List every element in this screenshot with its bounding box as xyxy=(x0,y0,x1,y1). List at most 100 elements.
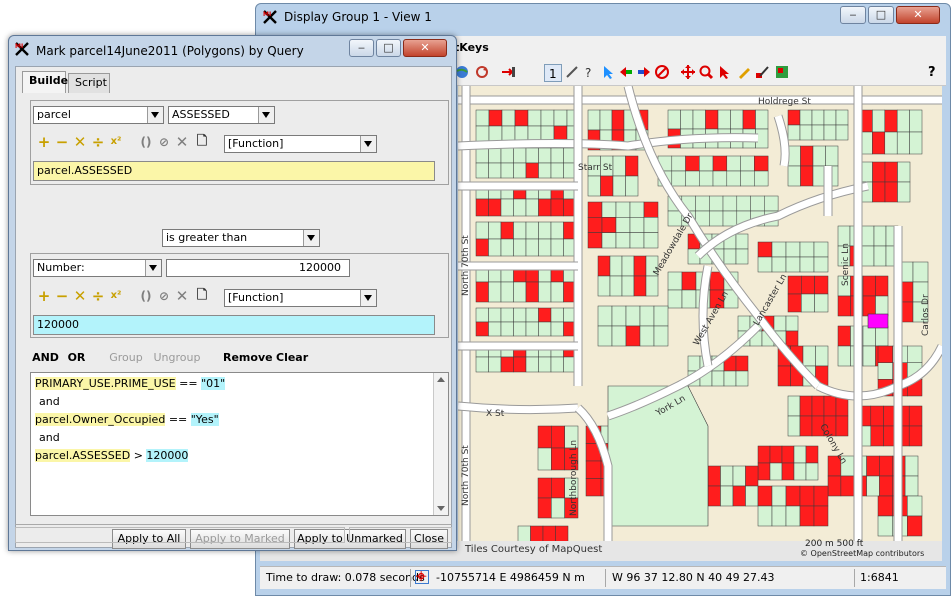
minus-operator-button[interactable]: − xyxy=(53,287,71,305)
query-line-2: parcel.Owner_Occupied == "Yes" xyxy=(35,413,219,426)
street-label-carlos: Carlos Dr xyxy=(921,294,931,336)
svg-text:MI: MI xyxy=(263,11,271,18)
layer-select[interactable]: parcel xyxy=(33,106,164,124)
minimize-button[interactable]: ‒ xyxy=(840,6,866,24)
no-entry-icon[interactable] xyxy=(654,64,670,80)
mark-by-query-window: MI Mark parcel14June2011 (Polygons) by Q… xyxy=(8,35,457,551)
osm-credit: © OpenStreetMap contributors xyxy=(800,549,925,558)
minus-operator-button[interactable]: − xyxy=(53,133,71,151)
svg-text:?: ? xyxy=(585,66,591,80)
number-input[interactable]: 120000 xyxy=(166,259,350,277)
move-right-icon[interactable] xyxy=(636,64,652,80)
select-tool-icon[interactable]: 1 xyxy=(544,64,562,82)
power-operator-button[interactable]: x² xyxy=(107,287,125,305)
query-line-1: PRIMARY_USE.PRIME_USE == "01" xyxy=(35,377,226,390)
value-type-select[interactable]: Number: xyxy=(33,259,162,277)
remove-parentheses-button[interactable]: ⊘ xyxy=(155,133,173,151)
comparison-operator-select[interactable]: is greater than xyxy=(162,229,320,247)
delete-term-button[interactable]: ✕ xyxy=(173,287,191,305)
parentheses-button[interactable]: () xyxy=(137,133,155,151)
remove-button[interactable]: Remove xyxy=(222,348,273,368)
maximize-button[interactable]: □ xyxy=(868,6,894,24)
query-script-area[interactable]: PRIMARY_USE.PRIME_USE == "01" and parcel… xyxy=(30,372,449,516)
field-select[interactable]: ASSESSED xyxy=(168,106,275,124)
app-logo-icon: MI xyxy=(14,41,30,57)
help-icon[interactable]: ? xyxy=(928,65,936,80)
document-icon[interactable]: 🗋 xyxy=(193,287,211,305)
coordinates-en: -10755714 E 4986459 N m xyxy=(436,571,585,584)
close-button[interactable]: ✕ xyxy=(403,39,447,57)
multiply-operator-button[interactable]: ✕ xyxy=(71,133,89,151)
divide-operator-button[interactable]: ÷ xyxy=(89,287,107,305)
query-body: Builder Script parcel ASSESSED + − ✕ ÷ x… xyxy=(15,66,452,549)
street-label-north70a: North 70th St xyxy=(461,235,471,296)
and-button[interactable]: AND xyxy=(30,348,61,368)
query-line-and-1: and xyxy=(39,395,60,408)
time-to-draw: Time to draw: 0.078 seconds xyxy=(266,571,425,584)
move-left-icon[interactable] xyxy=(618,64,634,80)
pencil-icon[interactable] xyxy=(736,64,752,80)
query-statusbar xyxy=(15,524,452,545)
scroll-up-icon[interactable] xyxy=(437,377,445,382)
clear-button[interactable]: Clear xyxy=(275,348,309,368)
zoom-icon[interactable] xyxy=(698,64,714,80)
delete-term-button[interactable]: ✕ xyxy=(173,133,191,151)
power-operator-button[interactable]: x² xyxy=(107,133,125,151)
query-line-3: parcel.ASSESSED > 120000 xyxy=(35,449,189,462)
ungroup-button[interactable]: Ungroup xyxy=(149,348,205,368)
or-button[interactable]: OR xyxy=(64,348,89,368)
street-label-holdrege: Holdrege St xyxy=(758,97,811,107)
red-pointer-icon[interactable] xyxy=(716,64,732,80)
parentheses-button[interactable]: () xyxy=(137,287,155,305)
coordinates-latlon: W 96 37 12.80 N 40 49 27.43 xyxy=(612,571,775,584)
edit-tool-icon[interactable] xyxy=(754,64,770,80)
coordinate-target-icon[interactable] xyxy=(415,570,429,584)
plus-operator-button[interactable]: + xyxy=(35,133,53,151)
street-label-starr: Starr St xyxy=(578,163,613,173)
app-logo-icon: MI xyxy=(262,9,278,25)
mapquest-credit: Tiles Courtesy of MapQuest xyxy=(465,544,603,555)
query-titlebar[interactable]: MI Mark parcel14June2011 (Polygons) by Q… xyxy=(9,36,456,64)
map-scale: 1:6841 xyxy=(860,571,899,584)
street-label-north70b: North 70th St xyxy=(461,445,471,506)
menu-hotkeys[interactable]: tKeys xyxy=(454,41,489,54)
edit-cursor-icon[interactable] xyxy=(564,64,580,80)
left-expression-field[interactable]: parcel.ASSESSED xyxy=(33,161,435,181)
map-canvas[interactable]: Holdrege StStarr StX StVine StNorth 70th… xyxy=(458,86,942,556)
function-select[interactable]: [Function] xyxy=(224,289,377,307)
function-select[interactable]: [Function] xyxy=(224,135,377,153)
map-scale-bar: 200 m 500 ft xyxy=(805,539,864,549)
query-scrollbar[interactable] xyxy=(433,373,448,515)
document-icon[interactable]: 🗋 xyxy=(193,133,211,151)
minimize-button[interactable]: ‒ xyxy=(349,39,374,57)
view-statusbar: Time to draw: 0.078 seconds -10755714 E … xyxy=(260,566,946,589)
remove-parentheses-button[interactable]: ⊘ xyxy=(155,287,173,305)
refresh-icon[interactable] xyxy=(474,64,490,80)
left-operand-panel: parcel ASSESSED + − ✕ ÷ x² () ⊘ ✕ 🗋 [Fun… xyxy=(30,100,449,185)
group-button[interactable]: Group xyxy=(106,348,146,368)
query-window-title: Mark parcel14June2011 (Polygons) by Quer… xyxy=(36,44,304,58)
svg-text:1: 1 xyxy=(549,67,557,81)
pointer-icon[interactable] xyxy=(600,64,616,80)
street-label-northborough: Northborough Ln xyxy=(569,440,579,516)
right-expression-field[interactable]: 120000 xyxy=(33,315,435,335)
divide-operator-button[interactable]: ÷ xyxy=(89,133,107,151)
tab-builder[interactable]: Builder xyxy=(22,71,74,93)
tab-script[interactable]: Script xyxy=(68,73,110,93)
close-button[interactable]: ✕ xyxy=(896,6,940,24)
arrow-add-icon[interactable] xyxy=(500,64,516,80)
svg-text:MI: MI xyxy=(15,43,23,50)
street-label-x: X St xyxy=(486,409,505,419)
scroll-down-icon[interactable] xyxy=(437,506,445,511)
raster-icon[interactable] xyxy=(774,64,790,80)
map-svg: Holdrege StStarr StX StVine StNorth 70th… xyxy=(458,86,942,556)
view-titlebar[interactable]: MI Display Group 1 - View 1 ‒ □ ✕ xyxy=(256,4,950,32)
multiply-operator-button[interactable]: ✕ xyxy=(71,287,89,305)
plus-operator-button[interactable]: + xyxy=(35,287,53,305)
maximize-button[interactable]: □ xyxy=(376,39,401,57)
view-window-title: Display Group 1 - View 1 xyxy=(284,10,432,24)
right-operand-panel: Number: 120000 + − ✕ ÷ x² () ⊘ ✕ 🗋 [Func… xyxy=(30,253,449,338)
pan-icon[interactable] xyxy=(680,64,696,80)
query-cursor-icon[interactable]: ? xyxy=(582,64,598,80)
query-line-and-2: and xyxy=(39,431,60,444)
